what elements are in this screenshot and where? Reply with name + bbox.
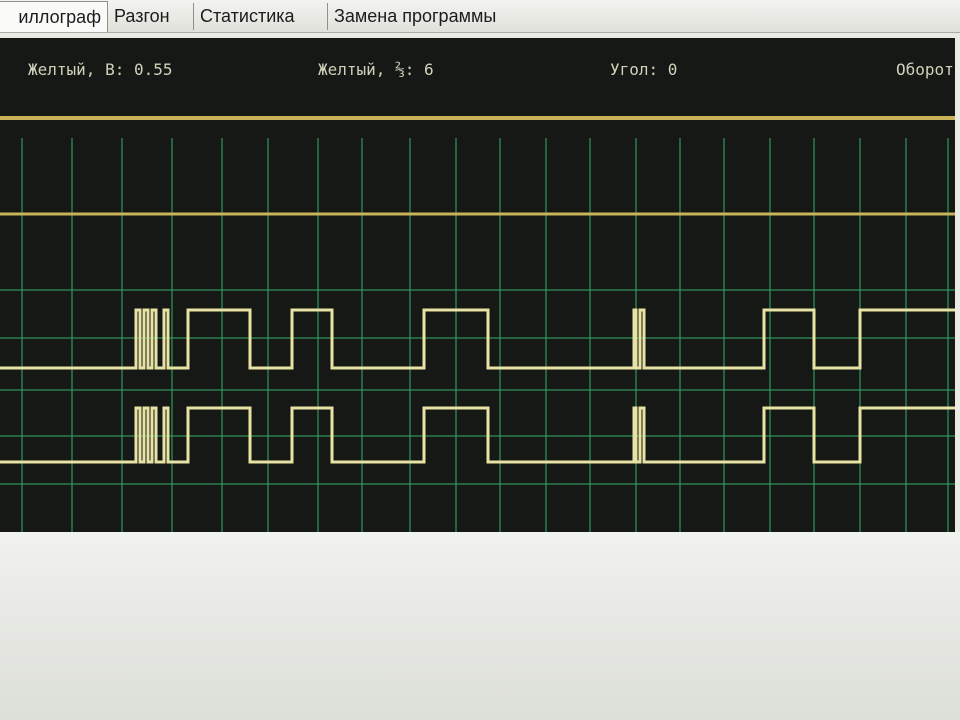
lower-panel <box>0 532 960 720</box>
tab-program-replace[interactable]: Замена программы <box>328 3 528 30</box>
tab-acceleration[interactable]: Разгон <box>108 3 194 30</box>
voltage-readout: Желтый, В: 0.55 <box>28 60 173 79</box>
signal-trace-2 <box>0 406 955 464</box>
scale-readout: Желтый, ⅔: 6 <box>318 60 434 79</box>
signal-trace-1 <box>0 308 955 370</box>
angle-readout: Угол: 0 <box>610 60 678 79</box>
tab-bar: иллограф Разгон Статистика Замена програ… <box>0 0 960 33</box>
oscilloscope-screen: Желтый, В: 0.55 Желтый, ⅔: 6 Угол: 0 Обо… <box>0 38 955 532</box>
tab-statistics[interactable]: Статистика <box>194 3 328 30</box>
oscilloscope-plot <box>0 116 955 532</box>
rpm-readout: Оборот <box>896 60 954 79</box>
tab-oscillograph[interactable]: иллограф <box>0 1 108 32</box>
